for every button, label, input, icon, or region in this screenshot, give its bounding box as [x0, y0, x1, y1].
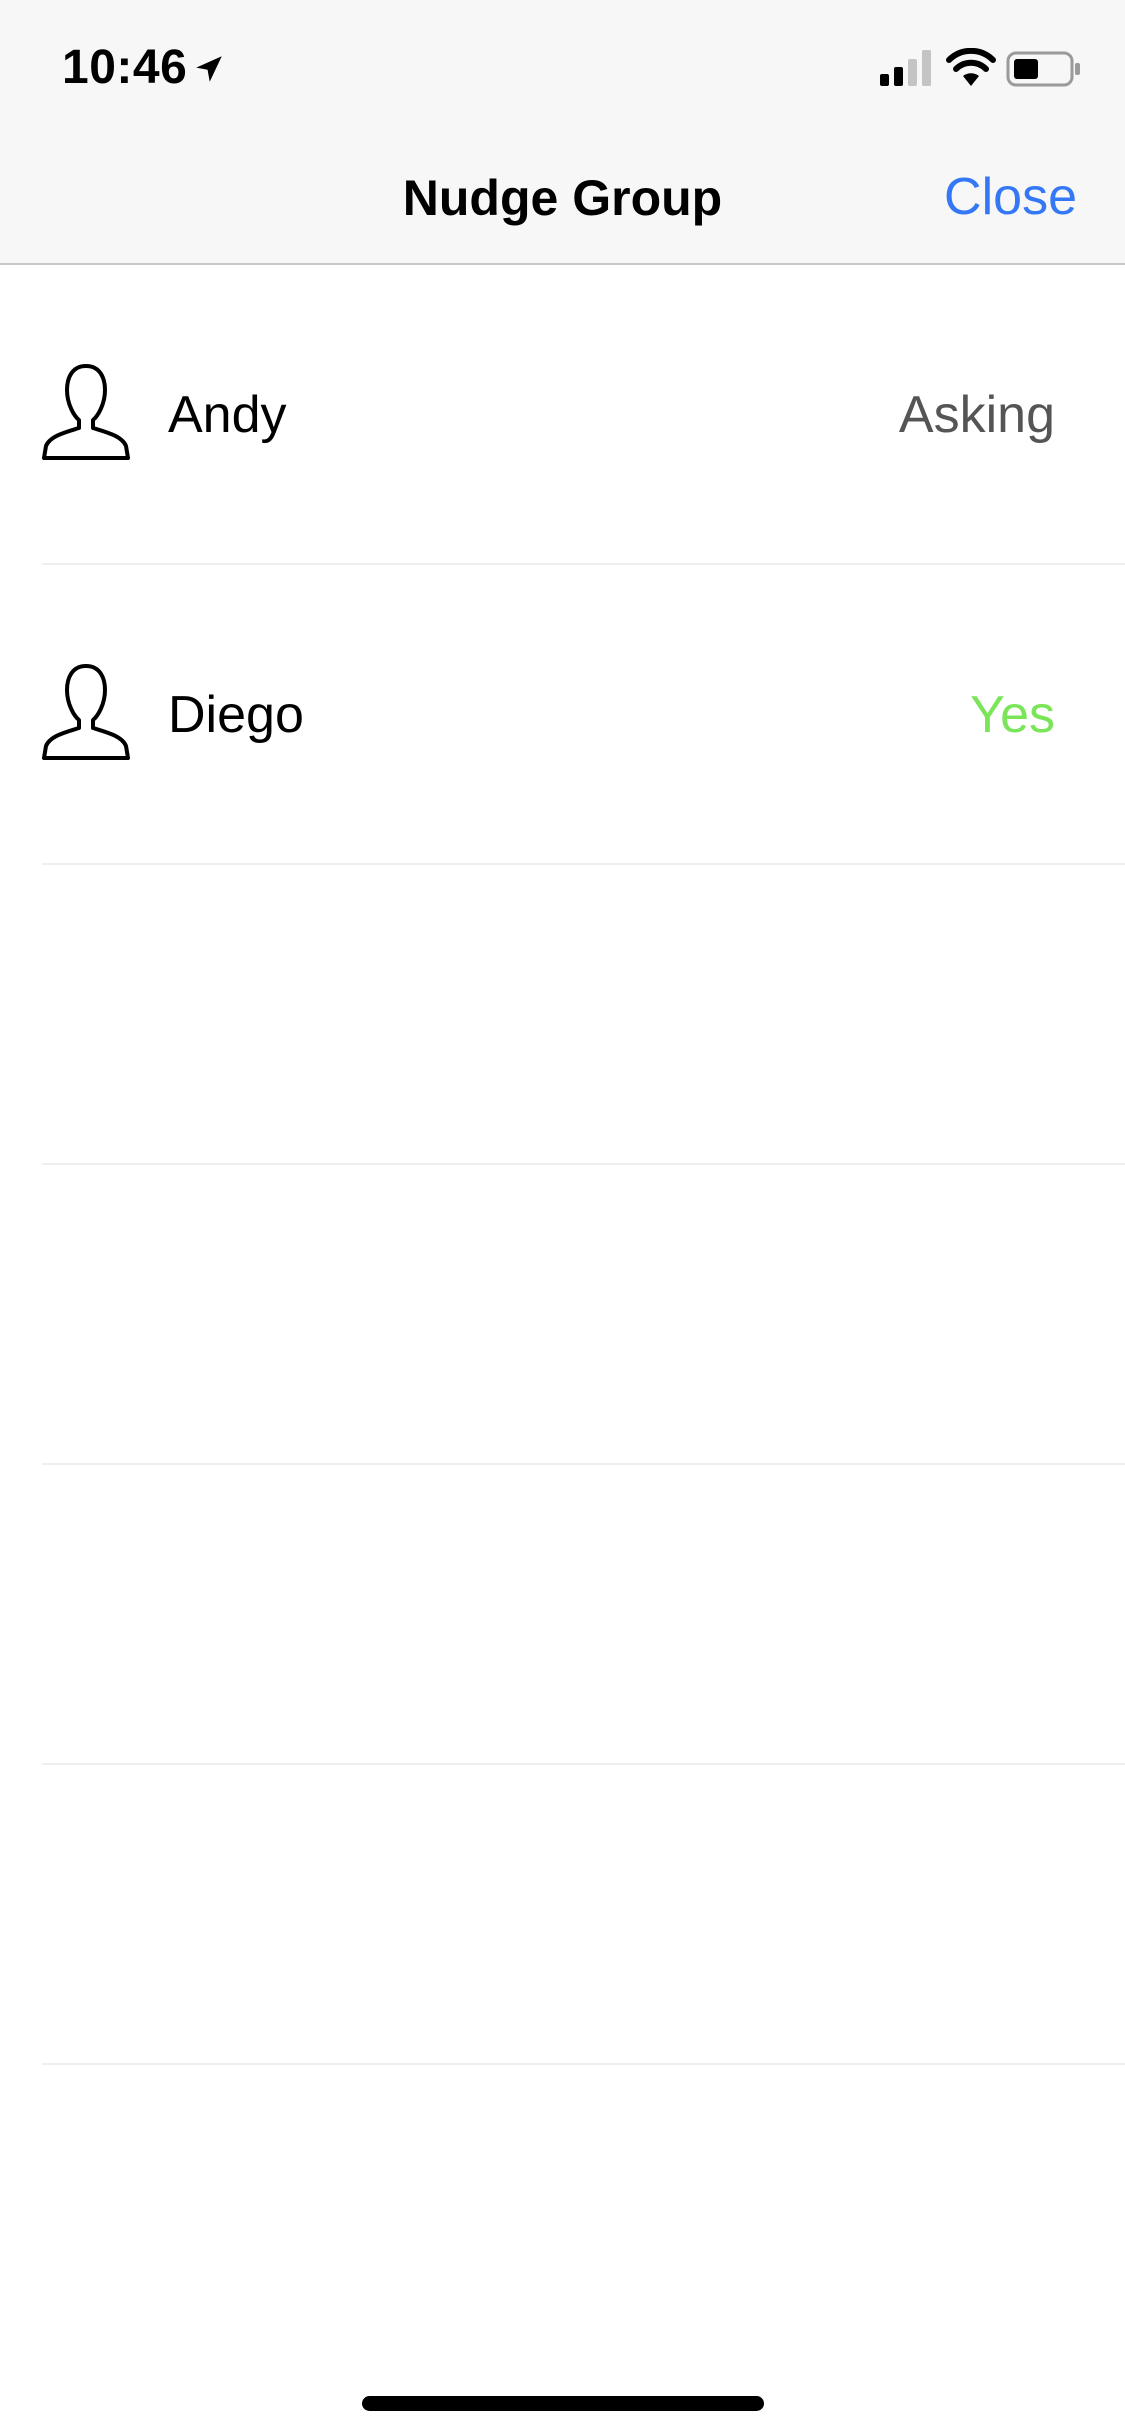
empty-row — [0, 1765, 1125, 2065]
member-status: Asking — [898, 386, 1055, 444]
wifi-icon — [946, 48, 996, 86]
top-bar: 10:46 Nudge Group Close — [0, 0, 1125, 265]
empty-row — [0, 1165, 1125, 1465]
person-icon — [42, 364, 130, 460]
list-item[interactable]: Andy Asking — [0, 265, 1125, 565]
empty-row — [0, 865, 1125, 1165]
list-item[interactable]: Diego Yes — [0, 565, 1125, 865]
status-time: 10:46 — [62, 41, 188, 94]
person-icon — [42, 664, 130, 760]
battery-icon — [1006, 51, 1080, 87]
member-status: Yes — [970, 686, 1055, 744]
member-list: Andy Asking Diego Yes — [0, 265, 1125, 2065]
close-button[interactable]: Close — [944, 166, 1077, 228]
home-indicator[interactable] — [362, 2396, 764, 2411]
member-name: Andy — [168, 386, 287, 444]
location-arrow-icon — [196, 56, 222, 82]
member-name: Diego — [168, 686, 304, 744]
empty-row — [0, 1465, 1125, 1765]
cellular-signal-icon — [880, 50, 931, 86]
